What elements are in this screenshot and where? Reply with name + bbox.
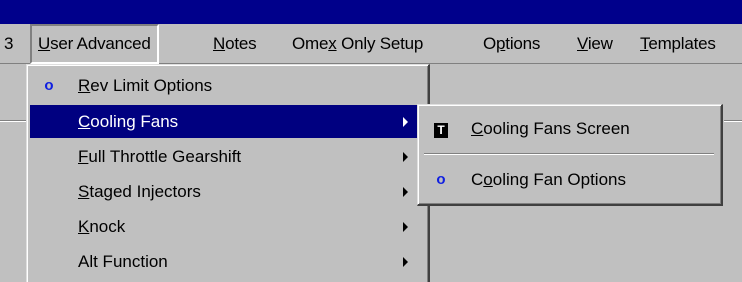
- screen-icon: T: [433, 109, 449, 149]
- menubar-item-templates[interactable]: Templates: [640, 24, 716, 64]
- submenu-item-cooling-fans-screen[interactable]: T Cooling Fans Screen: [421, 109, 717, 149]
- menu-label-post: ev Limit Options: [90, 76, 213, 95]
- submenu-label-accel: o: [483, 170, 493, 189]
- menu-label-accel: C: [78, 112, 91, 131]
- menubar-label-accel: V: [577, 34, 588, 53]
- menubar-label-post: tions: [505, 34, 541, 53]
- menubar-label-pre: O: [483, 34, 497, 53]
- menubar-label-accel: p: [496, 34, 506, 53]
- menubar-label-accel: x: [328, 34, 337, 53]
- background-divider-right: [724, 120, 742, 122]
- menubar-label-accel: U: [38, 34, 51, 53]
- menubar-label-pre: Ome: [292, 34, 329, 53]
- menu-item-label: Full Throttle Gearshift: [78, 140, 241, 173]
- submenu-arrow-icon: [403, 187, 408, 197]
- menubar-label-post: emplates: [648, 34, 716, 53]
- submenu-arrow-icon: [403, 257, 408, 267]
- menubar-item-partial[interactable]: 3: [4, 24, 13, 64]
- window-title-bar[interactable]: [0, 0, 742, 24]
- menubar-label-post: otes: [225, 34, 257, 53]
- menu-label-accel: R: [78, 76, 91, 95]
- menu-label-post: nock: [89, 217, 126, 236]
- menubar-label-accel: N: [213, 34, 226, 53]
- menubar-item-notes[interactable]: Notes: [213, 24, 257, 64]
- submenu-item-label: Cooling Fans Screen: [471, 109, 630, 149]
- submenu-label-accel: C: [471, 119, 484, 138]
- menu-item-alt-function[interactable]: Alt Function: [30, 245, 422, 278]
- menubar-label-post: Only Setup: [336, 34, 424, 53]
- menu-item-label: Staged Injectors: [78, 175, 201, 208]
- menu-label-accel: S: [78, 182, 90, 201]
- submenu-label-post: oling Fan Options: [492, 170, 626, 189]
- menubar-item-options[interactable]: Options: [483, 24, 540, 64]
- menu-item-cooling-fans[interactable]: Cooling Fans: [30, 105, 422, 138]
- menu-label-accel: K: [78, 217, 90, 236]
- menubar-item-user-advanced[interactable]: User Advanced: [30, 24, 159, 64]
- menu-item-label: Cooling Fans: [78, 105, 178, 138]
- cooling-fans-submenu: T Cooling Fans Screen o Cooling Fan Opti…: [417, 104, 723, 206]
- menubar-item-omex-only-setup[interactable]: Omex Only Setup: [292, 24, 423, 64]
- menubar-label-post: ser Advanced: [50, 34, 151, 53]
- menu-label-post: ooling Fans: [90, 112, 179, 131]
- submenu-arrow-icon: [403, 222, 408, 232]
- submenu-separator: [424, 153, 714, 155]
- menu-label-pre: Alt Function: [78, 252, 168, 271]
- submenu-item-cooling-fan-options[interactable]: o Cooling Fan Options: [421, 160, 717, 200]
- submenu-label-pre: C: [471, 170, 484, 189]
- background-divider-left: [0, 120, 28, 122]
- menu-item-knock[interactable]: Knock: [30, 210, 422, 243]
- menu-label-post: taged Injectors: [89, 182, 201, 201]
- menu-item-rev-limit-options[interactable]: o Rev Limit Options: [30, 69, 422, 102]
- menu-item-staged-injectors[interactable]: Staged Injectors: [30, 175, 422, 208]
- submenu-item-label: Cooling Fan Options: [471, 160, 626, 200]
- menu-label-post: ull Throttle Gearshift: [88, 147, 242, 166]
- screen-icon-glyph: T: [434, 123, 448, 138]
- menu-bar: 3 User Advanced Notes Omex Only Setup Op…: [0, 24, 742, 64]
- options-icon: o: [436, 171, 446, 188]
- submenu-label-post: ooling Fans Screen: [483, 119, 630, 138]
- menu-item-label: Rev Limit Options: [78, 69, 212, 102]
- submenu-arrow-icon: [403, 152, 408, 162]
- menu-label-accel: F: [78, 147, 89, 166]
- menubar-label-post: iew: [587, 34, 613, 53]
- options-icon: o: [44, 77, 54, 94]
- submenu-arrow-icon: [403, 117, 408, 127]
- menu-item-full-throttle-gearshift[interactable]: Full Throttle Gearshift: [30, 140, 422, 173]
- menubar-item-view[interactable]: View: [577, 24, 613, 64]
- user-advanced-menu: o Rev Limit Options Cooling Fans Full Th…: [26, 64, 430, 282]
- menu-item-label: Alt Function: [78, 245, 168, 278]
- menu-item-label: Knock: [78, 210, 125, 243]
